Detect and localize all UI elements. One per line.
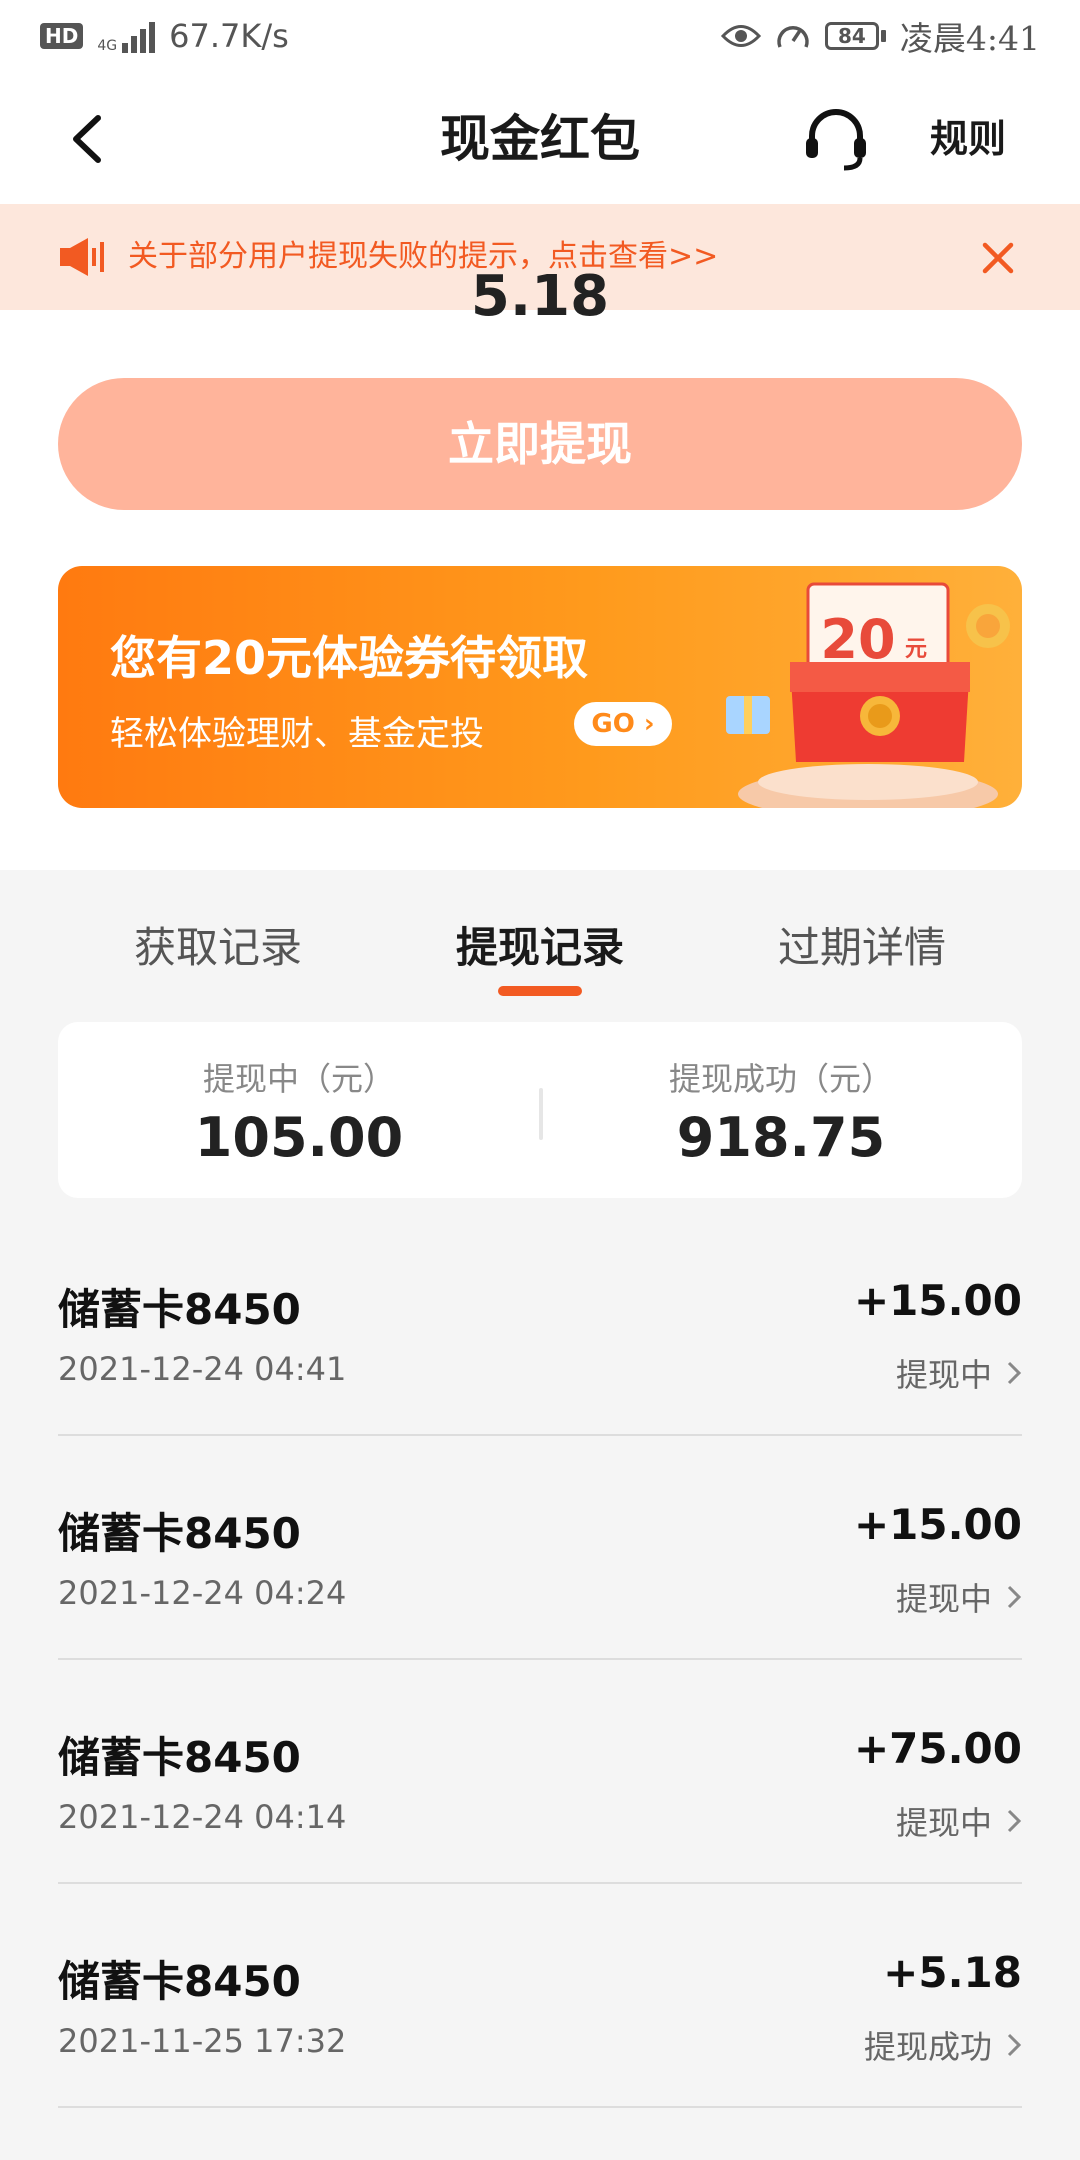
record-tabs: 获取记录 提现记录 过期详情 <box>0 870 1080 1010</box>
list-item[interactable]: 储蓄卡8450 2021-11-25 17:32 +5.18 提现成功 <box>58 1884 1022 2108</box>
pending-label: 提现中（元） <box>202 1060 395 1098</box>
withdraw-summary-card: 提现中（元） 105.00 提现成功（元） 918.75 <box>58 1022 1022 1198</box>
success-label: 提现成功（元） <box>668 1060 893 1098</box>
network-speed: 67.7K/s <box>169 17 289 55</box>
eye-icon <box>720 25 761 47</box>
record-status-label: 提现中 <box>895 1580 992 1618</box>
tab-earn-records[interactable]: 获取记录 <box>38 914 398 975</box>
pending-value: 105.00 <box>194 1106 404 1169</box>
record-card-name: 储蓄卡8450 <box>58 1509 301 1558</box>
record-status[interactable]: 提现成功 <box>864 2022 1022 2068</box>
back-arrow-icon[interactable] <box>66 114 110 164</box>
chevron-right-icon <box>1007 2033 1022 2057</box>
speedometer-icon <box>777 26 809 48</box>
page-title: 现金红包 <box>440 109 640 168</box>
record-status[interactable]: 提现中 <box>896 1350 1022 1396</box>
record-amount: +5.18 <box>883 1948 1022 1997</box>
clock: 凌晨4:41 <box>899 19 1040 58</box>
tab-expired-details[interactable]: 过期详情 <box>682 914 1042 975</box>
record-status-label: 提现成功 <box>863 2028 992 2066</box>
chevron-right-icon <box>1007 1809 1022 1833</box>
balance-amount: 5.18 <box>470 268 610 320</box>
status-right: 84 凌晨4:41 <box>720 14 1040 58</box>
signal-icon: 4G <box>97 19 156 54</box>
record-status[interactable]: 提现中 <box>896 1574 1022 1620</box>
go-label: GO <box>591 709 635 739</box>
record-date: 2021-11-25 17:32 <box>58 2022 347 2060</box>
list-item[interactable]: 储蓄卡8450 2021-12-24 04:24 +15.00 提现中 <box>58 1436 1022 1660</box>
customer-service-icon[interactable] <box>800 104 872 176</box>
record-amount: +15.00 <box>853 1276 1022 1325</box>
promo-subtitle: 轻松体验理财、基金定投 <box>110 714 484 754</box>
record-date: 2021-12-24 04:24 <box>58 1574 347 1612</box>
active-tab-indicator <box>498 986 582 996</box>
rules-link[interactable]: 规则 <box>930 74 1006 204</box>
record-card-name: 储蓄卡8450 <box>58 1733 301 1782</box>
success-value: 918.75 <box>676 1106 886 1169</box>
withdraw-button[interactable]: 立即提现 <box>58 378 1022 510</box>
app-header: 现金红包 规则 <box>0 74 1080 204</box>
red-envelope-illustration: 20 元 <box>726 582 1010 808</box>
status-bar: HD 4G 67.7K/s 84 凌晨4:41 <box>0 0 1080 74</box>
chevron-right-icon <box>1007 1361 1022 1385</box>
chevron-right-icon <box>1007 1585 1022 1609</box>
list-item[interactable]: 储蓄卡8450 2021-12-24 04:14 +75.00 提现中 <box>58 1660 1022 1884</box>
tab-withdraw-records[interactable]: 提现记录 <box>360 914 720 975</box>
pending-summary: 提现中（元） 105.00 <box>58 1022 540 1198</box>
battery-icon: 84 <box>824 22 886 50</box>
record-amount: +75.00 <box>853 1724 1022 1773</box>
record-amount: +15.00 <box>853 1500 1022 1549</box>
record-status[interactable]: 提现中 <box>896 1798 1022 1844</box>
record-status-label: 提现中 <box>895 1356 992 1394</box>
status-left: HD 4G 67.7K/s <box>40 14 289 58</box>
network-type: 4G <box>97 38 118 54</box>
promo-banner[interactable]: 您有20元体验券待领取 轻松体验理财、基金定投 GO › 20 元 <box>58 566 1022 808</box>
battery-level: 84 <box>824 22 879 50</box>
hd-badge: HD <box>40 23 84 49</box>
record-date: 2021-12-24 04:41 <box>58 1350 347 1388</box>
coupon-value: 20 <box>820 608 895 671</box>
balance-section: 5.18 立即提现 您有20元体验券待领取 轻松体验理财、基金定投 GO › 2… <box>0 268 1080 870</box>
record-card-name: 储蓄卡8450 <box>58 1285 301 1334</box>
success-summary: 提现成功（元） 918.75 <box>540 1022 1022 1198</box>
record-status-label: 提现中 <box>895 1804 992 1842</box>
list-item[interactable]: 储蓄卡8450 2021-12-24 04:41 +15.00 提现中 <box>58 1212 1022 1436</box>
coupon-unit: 元 <box>905 637 927 662</box>
record-date: 2021-12-24 04:14 <box>58 1798 347 1836</box>
record-card-name: 储蓄卡8450 <box>58 1957 301 2006</box>
promo-title: 您有20元体验券待领取 <box>110 631 589 685</box>
go-button[interactable]: GO › <box>574 702 672 746</box>
